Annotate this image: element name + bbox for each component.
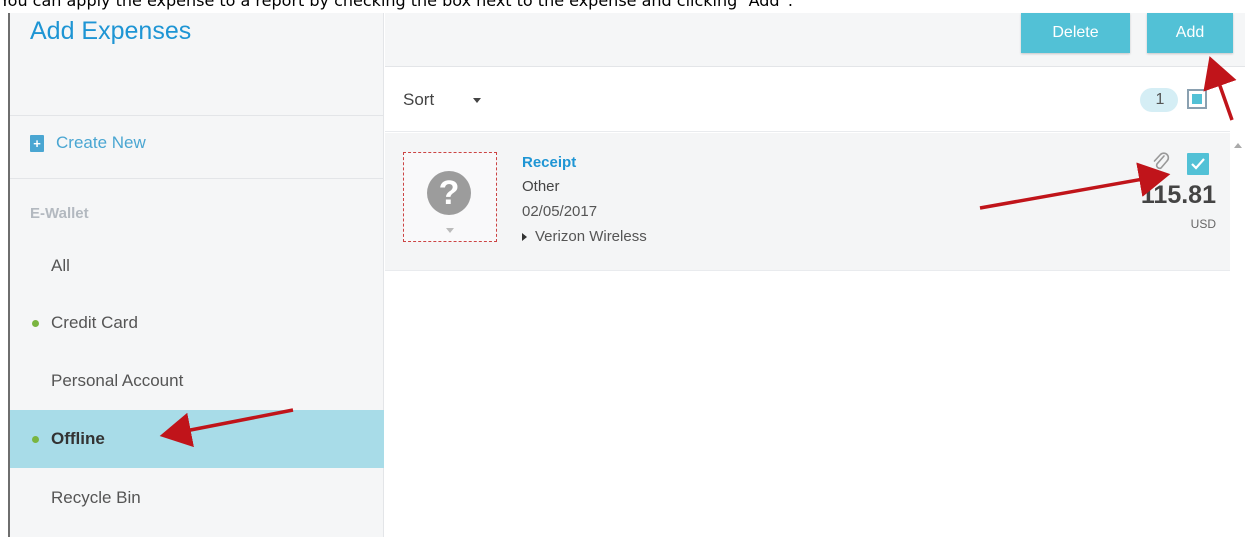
checkmark-icon <box>1191 158 1205 170</box>
sidebar-item-personal-account[interactable]: Personal Account <box>10 352 384 410</box>
sidebar-item-label: Credit Card <box>51 313 138 332</box>
status-dot-icon <box>32 319 39 327</box>
list-scrollbar[interactable] <box>1230 133 1245 537</box>
create-new-button[interactable]: + Create New <box>30 133 146 153</box>
ewallet-section-label: E-Wallet <box>30 205 89 222</box>
scroll-up-icon[interactable] <box>1234 143 1242 148</box>
sidebar-divider <box>10 178 384 179</box>
expense-type: Other <box>522 178 560 195</box>
new-document-icon: + <box>30 134 44 152</box>
sidebar-item-all[interactable]: All <box>10 237 384 295</box>
expense-title-link[interactable]: Receipt <box>522 154 576 171</box>
list-header: Sort 1 <box>385 68 1230 132</box>
expense-date: 02/05/2017 <box>522 203 598 220</box>
sidebar-item-label: Personal Account <box>51 371 184 390</box>
chevron-down-icon[interactable] <box>473 98 481 103</box>
instruction-caption: You can apply the expense to a report by… <box>0 0 793 10</box>
select-all-checkbox[interactable] <box>1187 89 1207 109</box>
question-mark-icon: ? <box>427 171 471 215</box>
sidebar-item-label: Offline <box>51 429 105 448</box>
sidebar-item-recycle-bin[interactable]: Recycle Bin <box>10 469 384 527</box>
sort-dropdown-label[interactable]: Sort <box>403 90 434 110</box>
add-button[interactable]: Add <box>1147 13 1233 53</box>
chevron-down-icon <box>446 228 454 233</box>
sidebar-item-label: All <box>51 256 70 275</box>
caret-right-icon <box>522 232 527 241</box>
status-dot-icon <box>32 435 39 443</box>
paperclip-icon <box>1153 152 1170 170</box>
sidebar-item-credit-card[interactable]: Credit Card <box>10 294 384 352</box>
receipt-thumbnail[interactable]: ? <box>403 152 497 242</box>
sidebar-item-label: Recycle Bin <box>51 488 141 507</box>
selected-count-badge: 1 <box>1140 88 1178 112</box>
create-new-label: Create New <box>56 133 146 152</box>
expense-currency: USD <box>1190 217 1216 231</box>
delete-button[interactable]: Delete <box>1021 13 1130 53</box>
page-title: Add Expenses <box>30 17 192 45</box>
sidebar-divider <box>10 115 384 116</box>
sidebar: Add Expenses + Create New E-Wallet All C… <box>10 13 384 537</box>
toolbar: Delete Add <box>385 13 1245 67</box>
expense-list-item[interactable]: ? Receipt Other 02/05/2017 Verizon Wirel… <box>385 133 1230 271</box>
expense-amount: 115.81 <box>1140 181 1216 209</box>
expense-vendor-toggle[interactable]: Verizon Wireless <box>522 228 647 245</box>
expense-checkbox[interactable] <box>1187 153 1209 175</box>
expense-vendor: Verizon Wireless <box>535 228 647 245</box>
partial-check-icon <box>1192 94 1202 104</box>
sidebar-item-offline[interactable]: Offline <box>10 410 384 468</box>
